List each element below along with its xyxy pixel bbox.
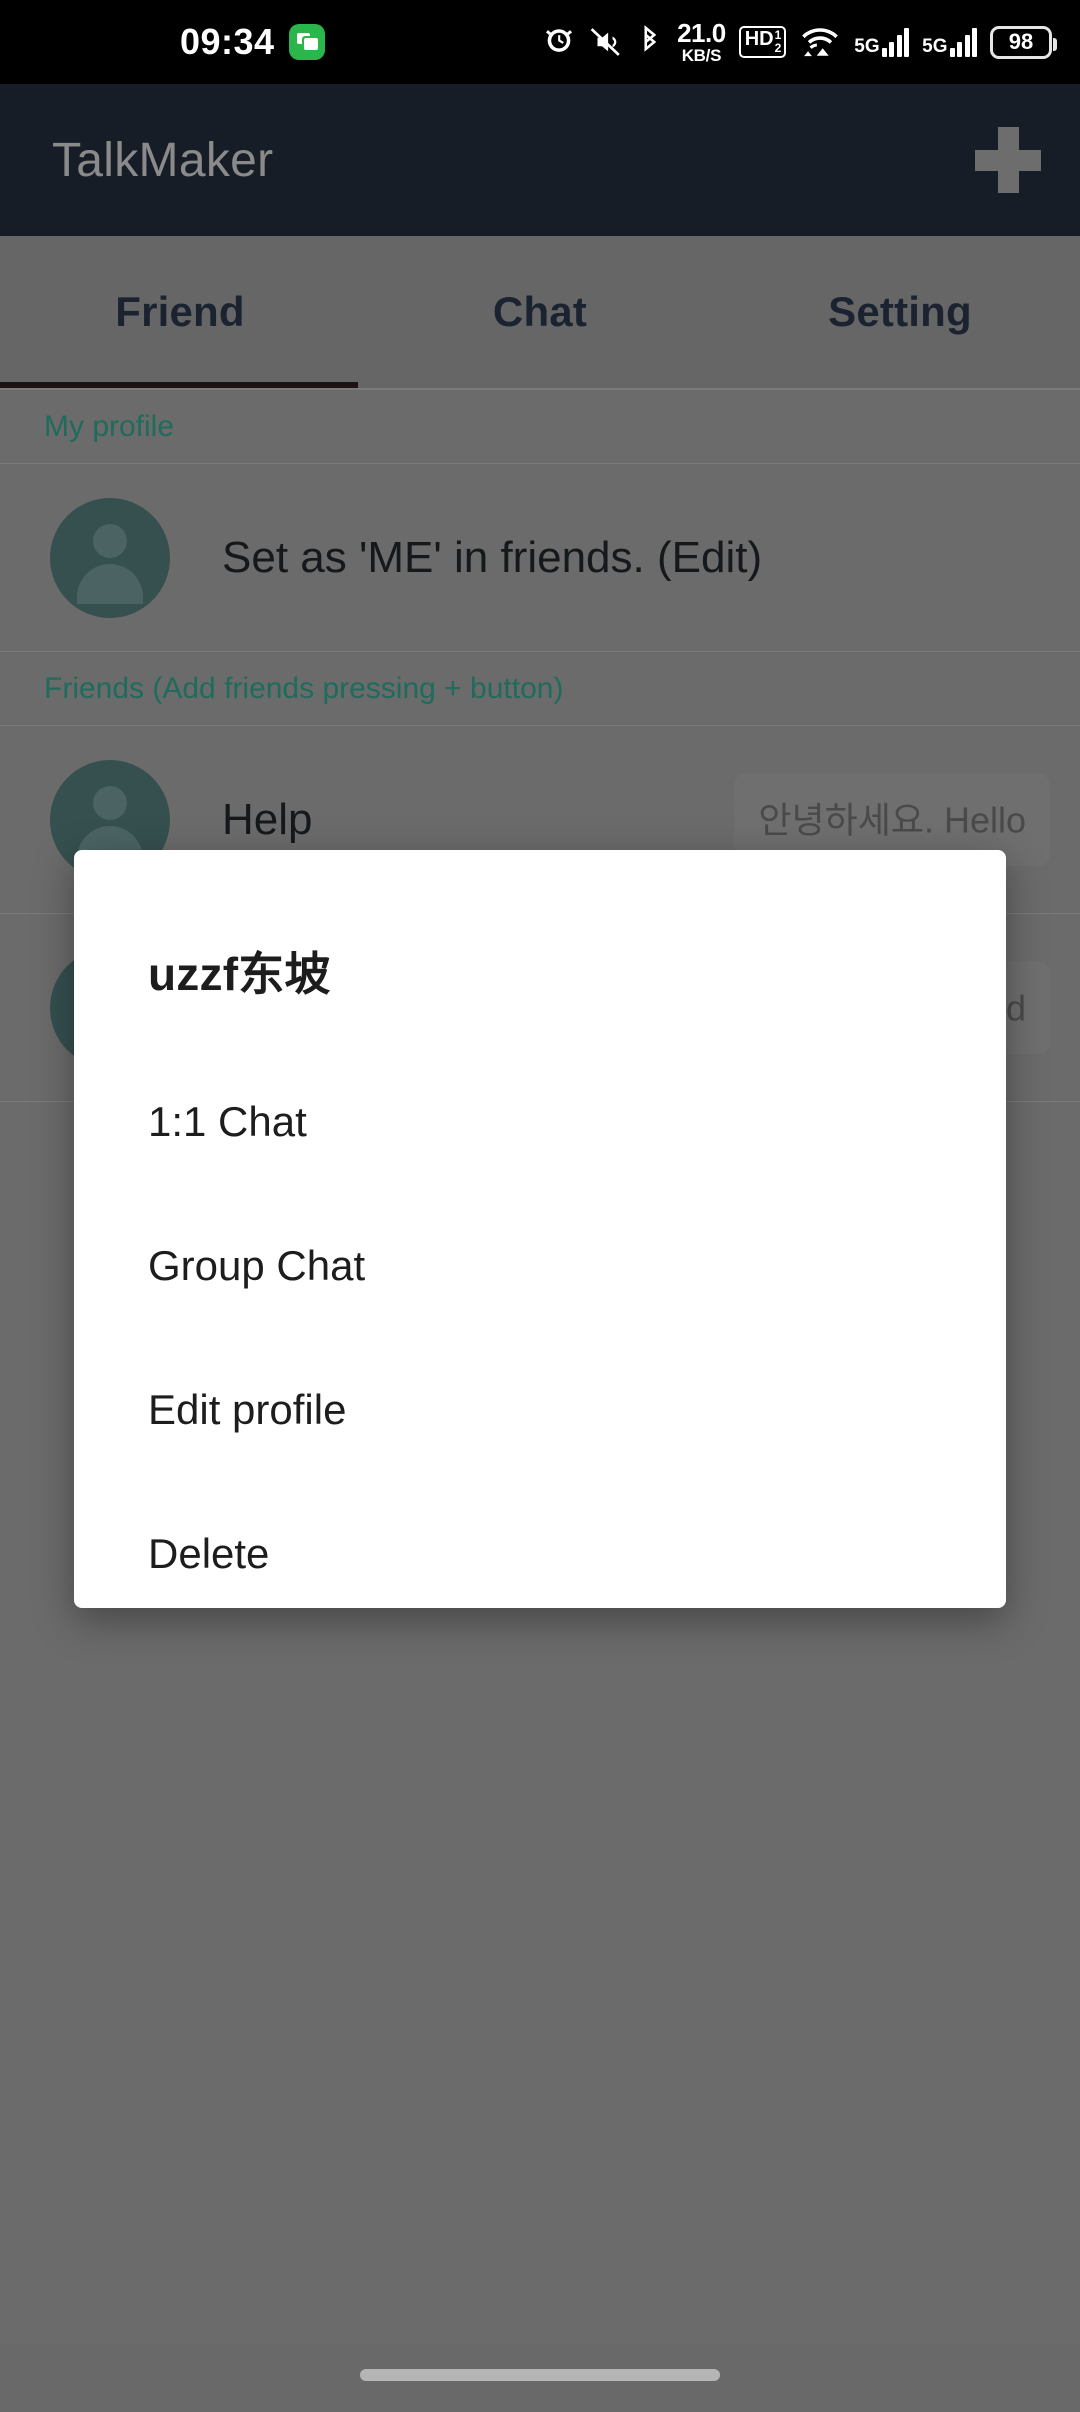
my-profile-name: Set as 'ME' in friends. (Edit): [222, 532, 763, 582]
system-navigation-bar: [0, 2344, 1080, 2412]
status-bar: 09:34 21.0 KB/S HD 1 2 5G 5G 98: [0, 0, 1080, 84]
app-bar: TalkMaker: [0, 84, 1080, 236]
sim2-label: 5G: [922, 36, 948, 57]
bluetooth-icon: [636, 25, 664, 59]
tab-bar: Friend Chat Setting: [0, 236, 1080, 388]
signal-sim2-icon: 5G: [922, 27, 977, 57]
avatar: [50, 497, 170, 618]
message-icon: [288, 24, 325, 60]
mute-icon: [589, 25, 623, 59]
dialog-option-edit-profile[interactable]: Edit profile: [74, 1338, 1006, 1482]
status-bar-left: 09:34: [180, 24, 325, 60]
hd-voice-icon: HD 1 2: [738, 25, 787, 59]
my-profile-row[interactable]: Set as 'ME' in friends. (Edit): [0, 464, 1080, 652]
phone-screen: 09:34 21.0 KB/S HD 1 2 5G 5G 98 TalkMake…: [0, 0, 1080, 2412]
dialog-option-one-to-one-chat[interactable]: 1:1 Chat: [74, 1050, 1006, 1194]
dialog-options-list: 1:1 Chat Group Chat Edit profile Delete: [74, 1050, 1006, 1608]
avatar-body-icon: [77, 563, 143, 604]
sim1-label: 5G: [854, 36, 880, 57]
avatar-head-icon: [93, 523, 127, 558]
status-bar-right: 21.0 KB/S HD 1 2 5G 5G 98: [542, 0, 1057, 84]
alarm-icon: [542, 25, 576, 59]
network-speed-unit: KB/S: [681, 46, 722, 65]
hd-sup: 1: [774, 27, 782, 42]
add-friend-button[interactable]: [972, 124, 1044, 196]
dialog-option-group-chat[interactable]: Group Chat: [74, 1194, 1006, 1338]
page-title: TalkMaker: [52, 133, 274, 187]
home-indicator[interactable]: [360, 2369, 720, 2381]
hd-label: HD: [744, 27, 774, 50]
signal-sim1-icon: 5G: [854, 27, 910, 57]
avatar-head-icon: [93, 785, 127, 820]
dialog-title: uzzf东坡: [148, 948, 331, 1000]
plus-icon-vertical: [997, 127, 1019, 193]
wifi-icon: [799, 25, 841, 59]
dialog-option-delete[interactable]: Delete: [74, 1482, 1006, 1608]
hd-fraction: 1 2: [775, 29, 782, 54]
friend-options-dialog: uzzf东坡 1:1 Chat Group Chat Edit profile …: [74, 850, 1006, 1608]
hd-sub: 2: [774, 40, 782, 55]
status-clock: 09:34: [180, 21, 275, 62]
battery-icon: 98: [990, 25, 1057, 59]
tab-friend[interactable]: Friend: [0, 288, 360, 336]
section-header-friends: Friends (Add friends pressing + button): [0, 652, 1080, 726]
battery-percent: 98: [1008, 29, 1034, 54]
sim2-bars: [949, 27, 977, 57]
network-speed-indicator: 21.0 KB/S: [677, 20, 726, 64]
tab-setting[interactable]: Setting: [720, 288, 1080, 336]
tab-chat[interactable]: Chat: [360, 288, 720, 336]
friend-name: Help: [222, 794, 313, 844]
section-header-my-profile: My profile: [0, 390, 1080, 464]
network-speed-value: 21.0: [677, 18, 726, 48]
sim1-bars: [881, 27, 910, 57]
